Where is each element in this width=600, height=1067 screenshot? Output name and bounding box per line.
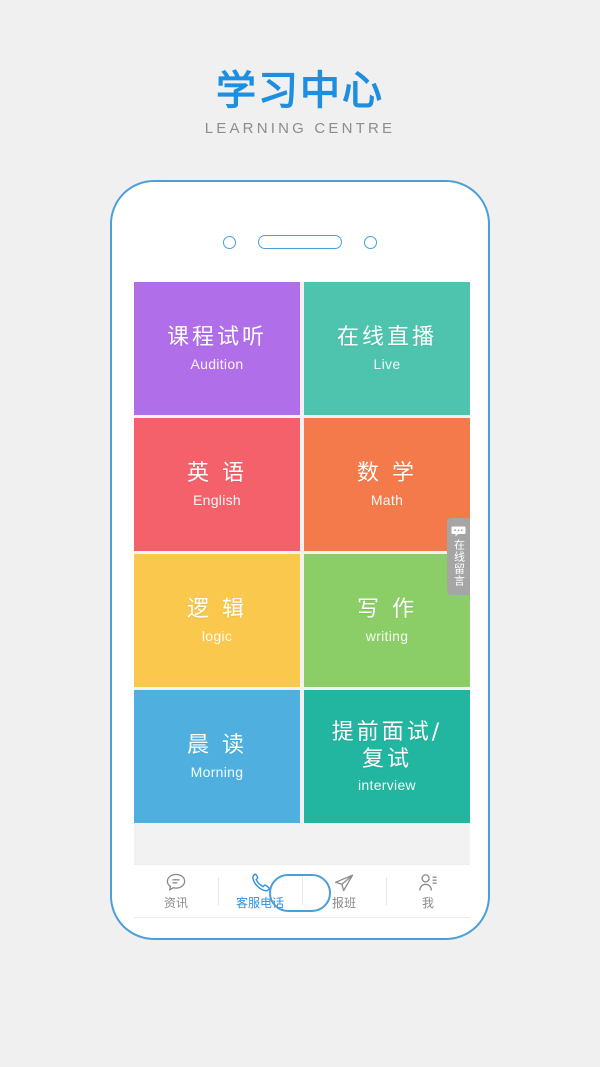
tile-writing[interactable]: 写 作 writing xyxy=(304,554,470,687)
person-icon xyxy=(417,872,439,895)
tile-label-en: Morning xyxy=(190,763,244,780)
tile-label-cn: 写 作 xyxy=(357,596,417,622)
camera-dot-icon xyxy=(364,235,377,249)
tile-label-en: English xyxy=(192,491,242,508)
online-message-tab-label: 在线留言 xyxy=(452,539,466,587)
tile-label-cn: 在线直播 xyxy=(336,324,437,350)
nav-item-person[interactable]: 我 xyxy=(386,865,470,917)
tile-english[interactable]: 英 语 English xyxy=(134,418,300,551)
paper-plane-icon xyxy=(333,872,355,895)
tile-label-en: interview xyxy=(358,776,416,793)
message-bubble-icon xyxy=(451,524,466,537)
tile-live[interactable]: 在线直播 Live xyxy=(304,282,470,415)
online-message-tab[interactable]: 在线留言 xyxy=(447,518,470,595)
phone-screen: 课程试听 Audition 在线直播 Live 英 语 English 数 学 Math 逻 辑… xyxy=(134,282,470,864)
tile-audition[interactable]: 课程试听 Audition xyxy=(134,282,300,415)
tile-label-en: Math xyxy=(370,491,404,508)
phone-icon xyxy=(249,872,271,895)
tile-label-cn: 课程试听 xyxy=(166,324,267,350)
tile-math[interactable]: 数 学 Math xyxy=(304,418,470,551)
chat-bubble-icon xyxy=(165,872,187,895)
phone-top-bar xyxy=(112,232,488,252)
tile-morning[interactable]: 晨 读 Morning xyxy=(134,690,300,823)
tile-label-cn: 逻 辑 xyxy=(187,596,247,622)
tile-label-en: Live xyxy=(373,355,401,372)
tile-label-en: logic xyxy=(201,627,233,644)
nav-item-label: 我 xyxy=(421,895,434,910)
menu-tile-grid: 课程试听 Audition 在线直播 Live 英 语 English 数 学 Math 逻 辑… xyxy=(134,282,470,823)
tile-logic[interactable]: 逻 辑 logic xyxy=(134,554,300,687)
tile-label-cn: 晨 读 xyxy=(187,732,247,758)
tile-label-en: Audition xyxy=(190,355,244,372)
tile-label-en: writing xyxy=(365,627,409,644)
phone-frame: 课程试听 Audition 在线直播 Live 英 语 English 数 学 Math 逻 辑… xyxy=(110,180,490,940)
brand-title-cn: 学习中心 xyxy=(216,68,384,114)
nav-item-label: 资讯 xyxy=(163,895,188,910)
tile-interview[interactable]: 提前面试/复试 interview xyxy=(304,690,470,823)
brand-subtitle-en: LEARNING CENTRE xyxy=(204,120,396,137)
speaker-slot-icon xyxy=(258,235,342,249)
nav-item-chat-bubble[interactable]: 资讯 xyxy=(134,865,218,917)
tile-label-cn: 数 学 xyxy=(357,460,417,486)
page-header: 学习中心 LEARNING CENTRE xyxy=(0,68,600,140)
tile-label-cn: 提前面试/复试 xyxy=(331,719,443,772)
nav-item-label: 报班 xyxy=(331,895,356,910)
home-button[interactable] xyxy=(269,874,331,912)
camera-dot-icon xyxy=(223,235,236,249)
tile-label-cn: 英 语 xyxy=(187,460,247,486)
